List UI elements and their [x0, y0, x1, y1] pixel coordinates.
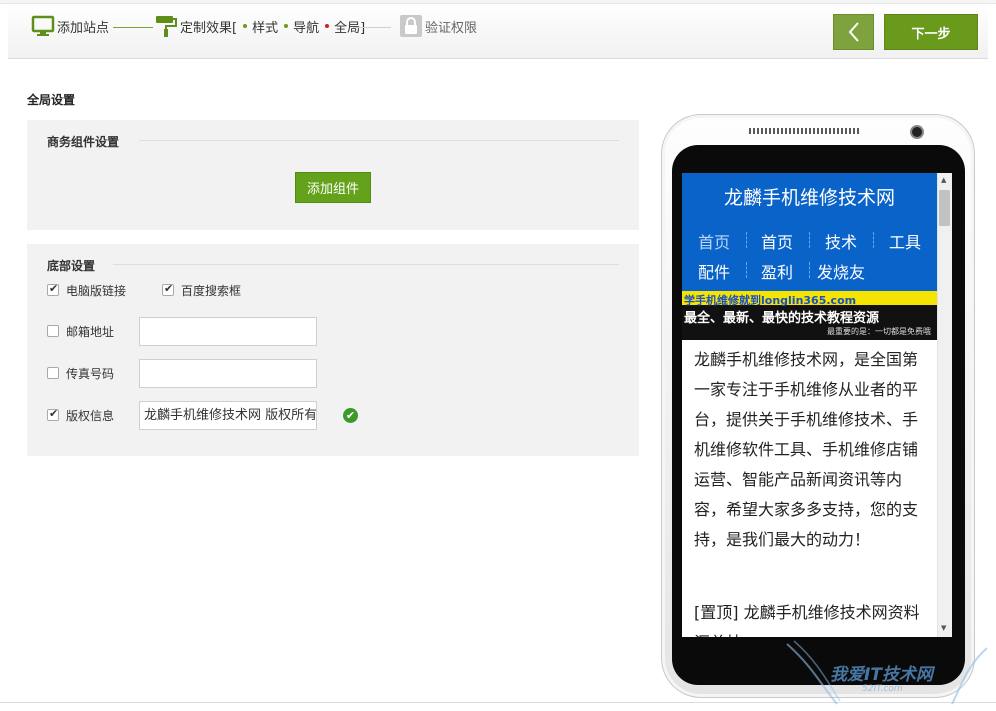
- step-verify[interactable]: 验证权限: [399, 13, 477, 39]
- pc-link-checkbox[interactable]: [47, 282, 59, 296]
- check-circle-icon: ✔: [343, 408, 358, 423]
- substep-dot: [325, 24, 330, 28]
- substep-label: 导航: [293, 20, 320, 36]
- banner-line: 最重要的是：一切都是免费哦: [827, 327, 931, 336]
- paint-roller-icon: [154, 14, 178, 38]
- substep-style[interactable]: 样式: [237, 17, 278, 36]
- preview-nav-item[interactable]: 首页: [698, 229, 730, 253]
- nav-separator: [809, 262, 810, 278]
- footer-panel: 底部设置: [27, 244, 639, 456]
- preview-site-title: 龙麟手机维修技术网: [723, 187, 895, 209]
- preview-nav-item[interactable]: 工具: [889, 229, 921, 253]
- preview-banner: 学手机维修就到longlin365.com 最全、最新、最快的技术教程资源 最重…: [682, 291, 937, 340]
- preview-nav-item[interactable]: 盈利: [761, 259, 793, 283]
- substep-label: 样式: [252, 20, 279, 36]
- preview-intro-text: 龙麟手机维修技术网，是全国第一家专注于手机维修从业者的平台，提供关于手机维修技术…: [694, 350, 919, 549]
- preview-nav-item[interactable]: 技术: [825, 229, 857, 253]
- scroll-down-icon[interactable]: ▼: [941, 624, 946, 632]
- add-component-button[interactable]: 添加组件: [295, 172, 371, 203]
- email-checkbox[interactable]: [47, 325, 59, 337]
- watermark-sub: 52IT.com: [862, 684, 903, 694]
- watermark-text: 我爱IT技术网: [830, 665, 933, 685]
- email-label: 邮箱地址: [66, 325, 115, 339]
- next-button[interactable]: 下一步: [884, 14, 978, 50]
- copyright-label: 版权信息: [66, 409, 115, 423]
- step-connector: [113, 27, 153, 28]
- pc-link-label: 电脑版链接: [66, 284, 127, 298]
- step-label: 添加站点: [57, 20, 110, 36]
- banner-line: 学手机维修就到longlin365.com: [684, 294, 857, 307]
- fax-checkbox[interactable]: [47, 367, 59, 379]
- step-label: 验证权限: [425, 20, 478, 36]
- panel-heading: 底部设置: [47, 259, 96, 273]
- copyright-field[interactable]: 龙麟手机维修技术网 版权所有: [139, 401, 317, 430]
- step-label: 定制效果[: [180, 20, 238, 36]
- baidu-search-label: 百度搜索框: [181, 284, 242, 298]
- back-button[interactable]: [833, 14, 874, 50]
- banner-line: 最全、最新、最快的技术教程资源: [684, 311, 880, 326]
- preview-nav-item[interactable]: 配件: [698, 259, 730, 283]
- camera-icon: [910, 125, 924, 139]
- substep-global[interactable]: 全局]: [319, 17, 365, 36]
- step-add-site[interactable]: 添加站点: [31, 13, 109, 39]
- email-field[interactable]: [139, 317, 317, 346]
- divider: [113, 264, 619, 265]
- preview-nav-item[interactable]: 发烧友: [817, 259, 865, 283]
- copyright-checkbox[interactable]: [47, 407, 59, 421]
- step-customize[interactable]: 定制效果[ 样式 导航 全局]: [154, 13, 365, 39]
- speaker-grille: [749, 128, 859, 134]
- chevron-left-icon: [848, 22, 859, 42]
- nav-separator: [873, 232, 874, 248]
- substep-label: 全局]: [334, 20, 366, 36]
- fax-field[interactable]: [139, 359, 317, 388]
- preview-nav-item[interactable]: 首页: [761, 229, 793, 253]
- substep-nav[interactable]: 导航: [278, 17, 319, 36]
- nav-separator: [746, 262, 747, 278]
- step-connector: [353, 27, 391, 28]
- lock-icon: [399, 14, 423, 38]
- nav-separator: [746, 232, 747, 248]
- panel-heading: 商务组件设置: [47, 135, 120, 149]
- preview-scrollbar[interactable]: [937, 173, 952, 637]
- fax-label: 传真号码: [66, 367, 115, 381]
- substep-dot: [243, 24, 248, 28]
- substep-dot: [284, 24, 289, 28]
- monitor-icon: [31, 14, 55, 38]
- scrollbar-thumb[interactable]: [939, 190, 950, 226]
- baidu-search-checkbox[interactable]: [162, 282, 174, 296]
- divider: [139, 140, 619, 141]
- nav-separator: [809, 232, 810, 248]
- page-title: 全局设置: [27, 93, 76, 107]
- scroll-up-icon[interactable]: ▲: [941, 176, 946, 184]
